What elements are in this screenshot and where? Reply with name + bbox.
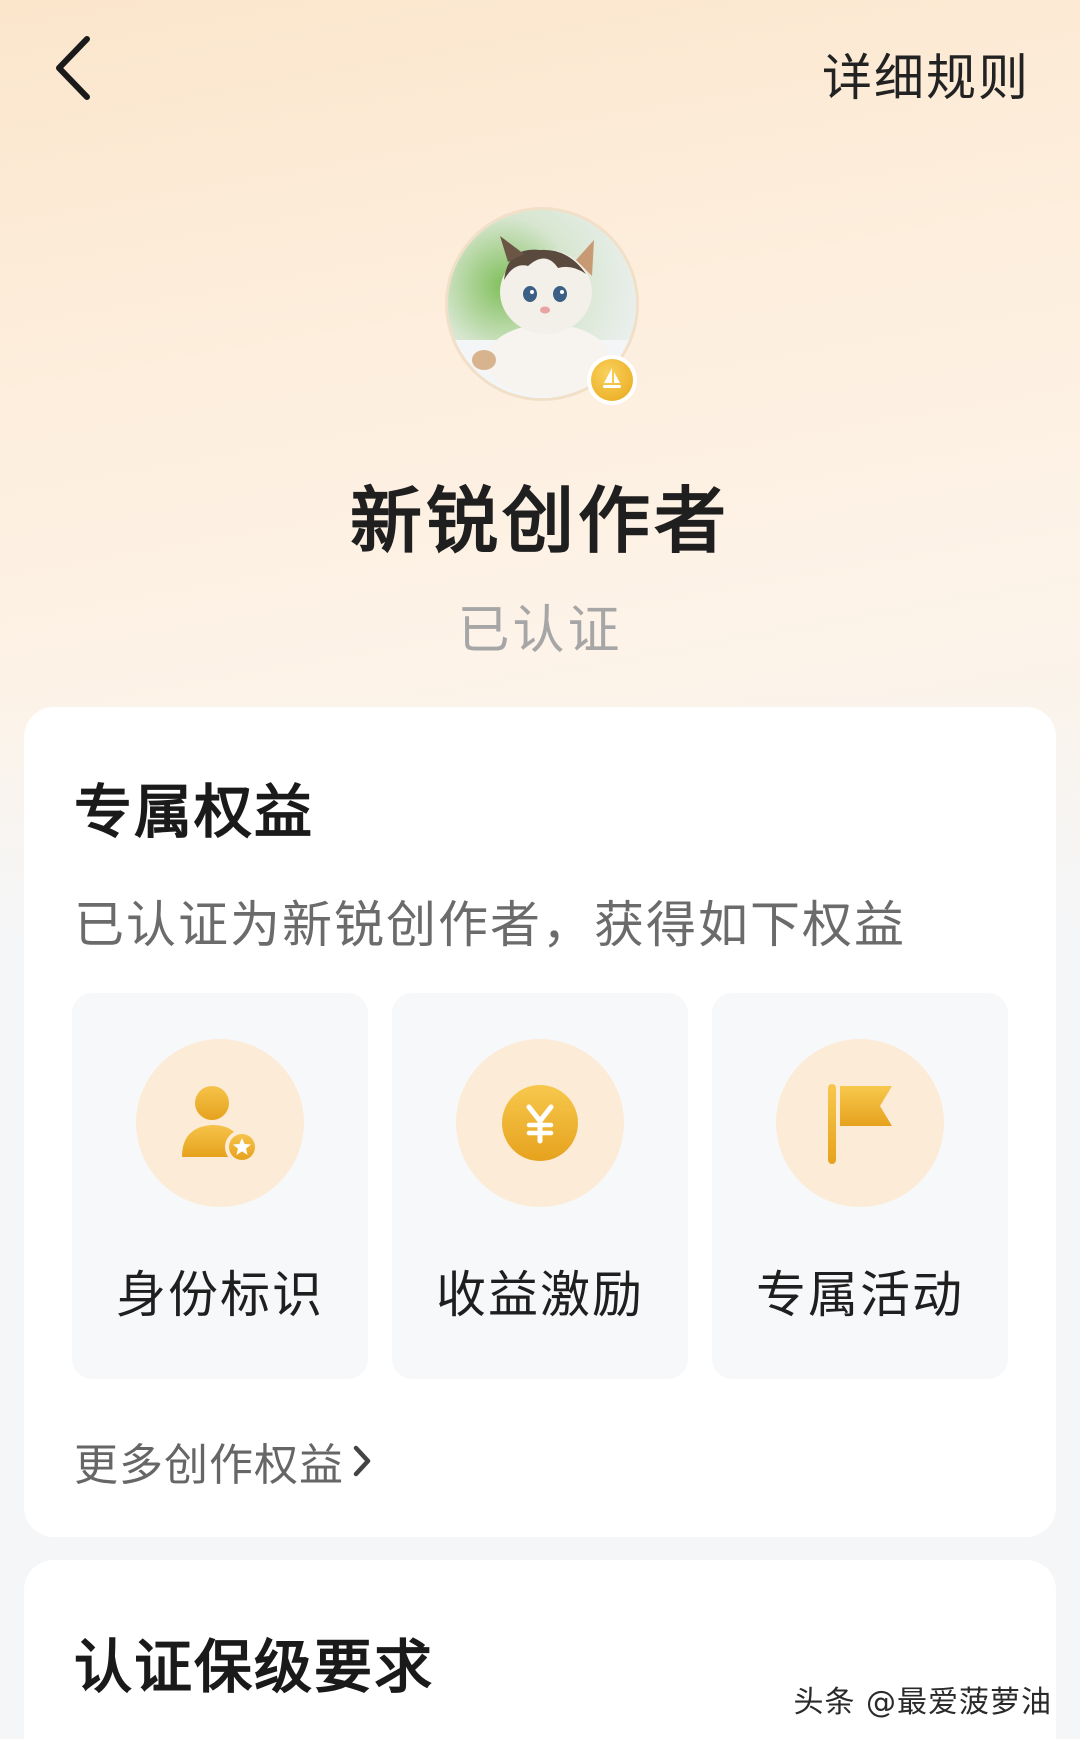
benefit-label: 专属活动 [756, 1266, 964, 1324]
more-benefits-label: 更多创作权益 [74, 1440, 344, 1491]
chevron-right-icon [352, 1444, 372, 1478]
benefit-tile-activities[interactable]: 专属活动 [712, 993, 1008, 1379]
creator-level-badge [587, 355, 637, 405]
detailed-rules-link[interactable]: 详细规则 [822, 38, 1030, 110]
benefit-label: 收益激励 [436, 1266, 644, 1324]
watermark: 头条 @最爱菠萝油 [793, 1685, 1052, 1720]
identity-badge-icon [136, 1039, 304, 1207]
flag-icon [776, 1039, 944, 1207]
sailboat-badge-icon [599, 365, 625, 395]
benefit-tile-earnings[interactable]: 收益激励 [392, 993, 688, 1379]
chevron-left-icon [53, 35, 93, 105]
benefit-tile-identity[interactable]: 身份标识 [72, 993, 368, 1379]
benefit-tiles: 身份标识 收益激励 专属活动 [72, 993, 1012, 1379]
more-benefits-link[interactable]: 更多创作权益 [74, 1429, 372, 1493]
benefits-title: 专属权益 [74, 778, 315, 846]
benefits-card: 专属权益 已认证为新锐创作者，获得如下权益 身份标识 收益激励 专属活动 更多创… [24, 707, 1056, 1537]
back-button[interactable] [38, 30, 108, 110]
yuan-coin-icon [456, 1039, 624, 1207]
top-bar: 详细规则 [0, 0, 1080, 140]
benefit-label: 身份标识 [116, 1266, 324, 1324]
requirements-title: 认证保级要求 [74, 1633, 435, 1701]
certification-status: 已认证 [457, 601, 623, 661]
creator-level-title: 新锐创作者 [349, 479, 730, 563]
benefits-description: 已认证为新锐创作者，获得如下权益 [74, 896, 906, 954]
avatar[interactable] [445, 207, 639, 405]
